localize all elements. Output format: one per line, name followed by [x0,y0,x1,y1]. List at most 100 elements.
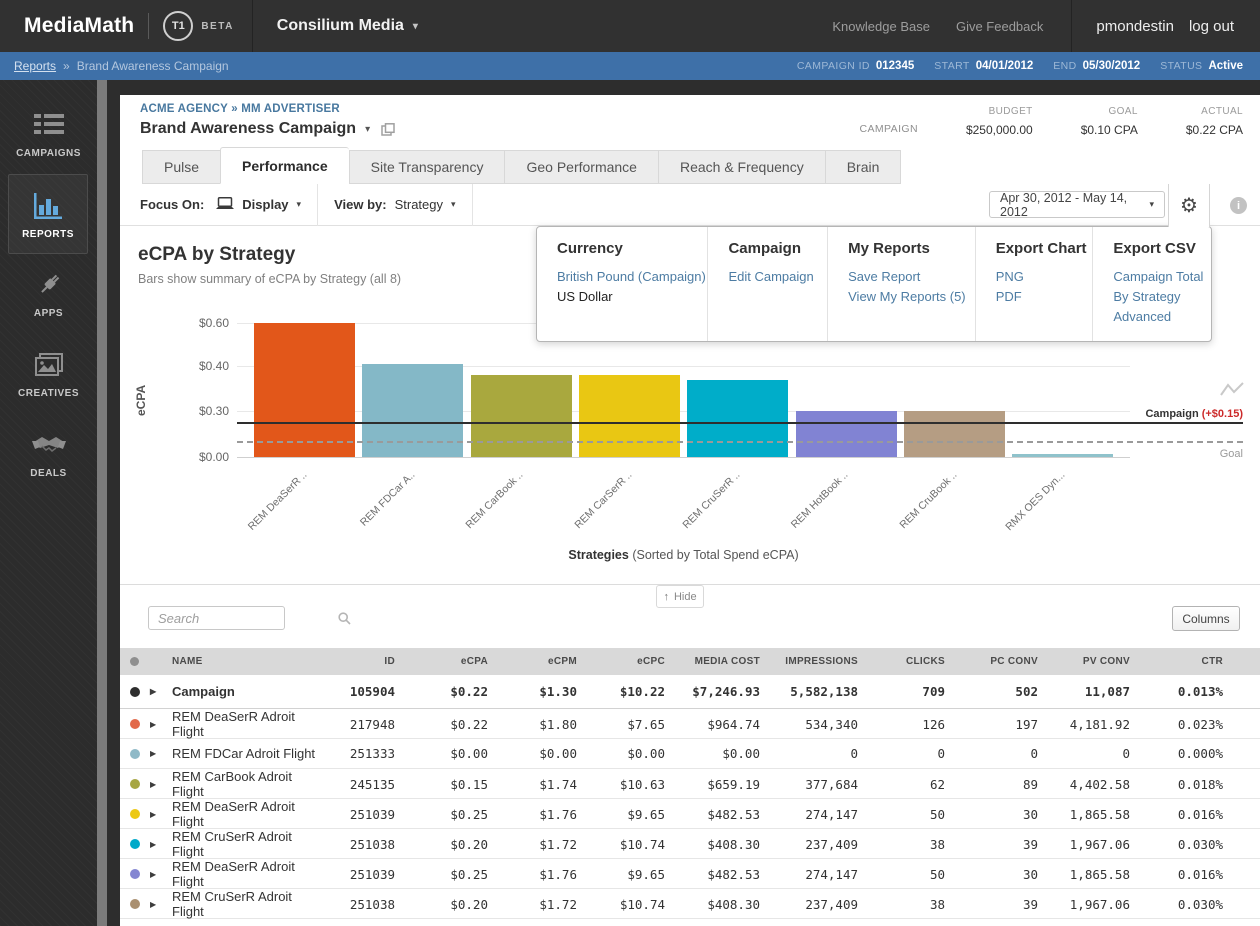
menu-item-save-report[interactable]: Save Report [848,267,975,287]
row-cell: $0.00 [488,746,577,761]
row-cell: 0.018% [1130,777,1223,792]
sidebar-item-creatives[interactable]: CREATIVES [0,334,97,414]
chevron-down-icon[interactable]: ▾ [297,199,302,210]
row-name[interactable]: REM FDCar Adroit Flight [172,746,322,761]
menu-item-pdf[interactable]: PDF [996,287,1093,307]
x-tick-label: REM CarSerR .. [548,469,634,555]
sidebar-item-campaigns[interactable]: CAMPAIGNS [0,94,97,174]
row-cell: 0.016% [1130,807,1223,822]
bar-rem-carserr[interactable] [579,375,680,457]
row-cell: 502 [945,684,1038,699]
bar-rmx-oes-dyn[interactable] [1012,454,1113,457]
x-tick-label: REM DeaSerR .. [223,469,309,555]
page-title: Brand Awareness Campaign [140,120,356,138]
row-name[interactable]: REM DeaSerR Adroit Flight [172,709,322,739]
column-header-ecpc[interactable]: eCPC [577,656,665,667]
column-header-pc-conv[interactable]: PC CONV [945,656,1038,667]
y-axis-label: eCPA [134,385,148,416]
row-name[interactable]: REM CruSerR Adroit Flight [172,829,322,859]
menu-item-british-pound-campaign[interactable]: British Pound (Campaign) [557,267,707,287]
expand-row-icon[interactable]: ▶ [150,780,172,789]
menu-item-view-my-reports-5[interactable]: View My Reports (5) [848,287,975,307]
bar-rem-cruserr[interactable] [687,380,788,458]
table-search [148,606,285,630]
column-header-impressions[interactable]: IMPRESSIONS [760,656,858,667]
bar-rem-hotbook[interactable] [796,411,897,457]
stat-label: BUDGET [966,106,1033,117]
row-name[interactable]: REM CruSerR Adroit Flight [172,889,322,919]
menu-item-edit-campaign[interactable]: Edit Campaign [728,267,827,287]
bar-rem-crubook[interactable] [904,411,1005,457]
table-body: ▶Campaign105904$0.22$1.30$10.22$7,246.93… [120,675,1260,919]
bar-rem-carbook[interactable] [471,375,572,457]
settings-gear-button[interactable]: ⚙ [1168,184,1210,227]
open-in-new-window-icon[interactable] [381,123,395,136]
row-name[interactable]: REM CarBook Adroit Flight [172,769,322,799]
expand-row-icon[interactable]: ▶ [150,900,172,909]
column-header-media-cost[interactable]: MEDIA COST [665,656,760,667]
expand-row-icon[interactable]: ▶ [150,720,172,729]
row-cell: 0 [945,746,1038,761]
sidebar-item-apps[interactable]: APPS [0,254,97,334]
chevron-down-icon[interactable]: ▾ [365,124,370,135]
expand-row-icon[interactable]: ▶ [150,810,172,819]
tab-site-transparency[interactable]: Site Transparency [349,150,505,184]
bar-rem-fdcar-a[interactable] [362,364,463,457]
reports-breadcrumb-link[interactable]: Reports [14,59,56,73]
knowledge-base-link[interactable]: Knowledge Base [832,19,930,34]
menu-item-png[interactable]: PNG [996,267,1093,287]
column-header-pv-conv[interactable]: PV CONV [1038,656,1130,667]
columns-button[interactable]: Columns [1172,606,1240,631]
expand-row-icon[interactable]: ▶ [150,870,172,879]
column-header-ecpa[interactable]: eCPA [395,656,488,667]
expand-row-icon[interactable]: ▶ [150,840,172,849]
logout-link[interactable]: log out [1189,18,1234,35]
menu-item-advanced[interactable]: Advanced [1113,307,1211,327]
info-icon[interactable]: i [1230,197,1247,214]
row-cell: $1.72 [488,897,577,912]
column-header-id[interactable]: ID [322,656,395,667]
focus-on-value[interactable]: Display [242,197,288,212]
line-chart-toggle-icon[interactable] [1220,381,1244,404]
sidebar-item-label: CREATIVES [0,388,97,399]
hide-chart-button[interactable]: ↑ Hide [656,585,704,608]
row-name[interactable]: Campaign [172,684,322,699]
search-input[interactable] [149,611,338,626]
focus-on-label: Focus On: [140,197,204,212]
menu-item-campaign-total[interactable]: Campaign Total [1113,267,1211,287]
expand-row-icon[interactable]: ▶ [150,687,172,696]
column-header-clicks[interactable]: CLICKS [858,656,945,667]
chevron-down-icon[interactable]: ▾ [451,199,456,210]
row-name[interactable]: REM DeaSerR Adroit Flight [172,799,322,829]
tab-reach-frequency[interactable]: Reach & Frequency [658,150,825,184]
column-header-ctr[interactable]: CTR [1130,656,1223,667]
tab-bar: PulsePerformanceSite TransparencyGeo Per… [120,148,1260,184]
view-by-value[interactable]: Strategy [395,197,443,212]
agency-breadcrumb[interactable]: ACME AGENCY » MM ADVERTISER [140,103,340,115]
tab-pulse[interactable]: Pulse [142,150,220,184]
tab-geo-performance[interactable]: Geo Performance [504,150,658,184]
tab-brain[interactable]: Brain [825,150,902,184]
legend-dot [130,719,140,729]
menu-item-us-dollar[interactable]: US Dollar [557,287,707,307]
expand-row-icon[interactable]: ▶ [150,749,172,758]
tab-performance[interactable]: Performance [220,147,349,184]
t1-logo-icon: T1 [163,11,193,41]
sidebar-item-deals[interactable]: DEALS [0,414,97,494]
bar-rem-deaserr[interactable] [254,323,355,457]
sidebar-item-reports[interactable]: REPORTS [8,174,88,254]
menu-item-by-strategy[interactable]: By Strategy [1113,287,1211,307]
table-header: NAMEIDeCPAeCPMeCPCMEDIA COSTIMPRESSIONSC… [120,648,1260,675]
menu-section-my-reports: My ReportsSave ReportView My Reports (5) [828,227,976,341]
image-icon [0,348,97,382]
org-switcher[interactable]: Consilium Media ▾ [253,0,442,52]
row-cell: 237,409 [760,897,858,912]
date-range-picker[interactable]: Apr 30, 2012 - May 14, 2012 ▾ [989,191,1165,218]
chart-toolbar: Focus On: Display ▾ View by: Strategy ▾ … [120,184,1260,226]
give-feedback-link[interactable]: Give Feedback [956,19,1043,34]
column-header-name[interactable]: NAME [172,656,322,667]
column-header-ecpm[interactable]: eCPM [488,656,577,667]
row-name[interactable]: REM DeaSerR Adroit Flight [172,859,322,889]
sidebar-scrollbar[interactable] [97,80,107,926]
row-cell: $0.20 [395,837,488,852]
